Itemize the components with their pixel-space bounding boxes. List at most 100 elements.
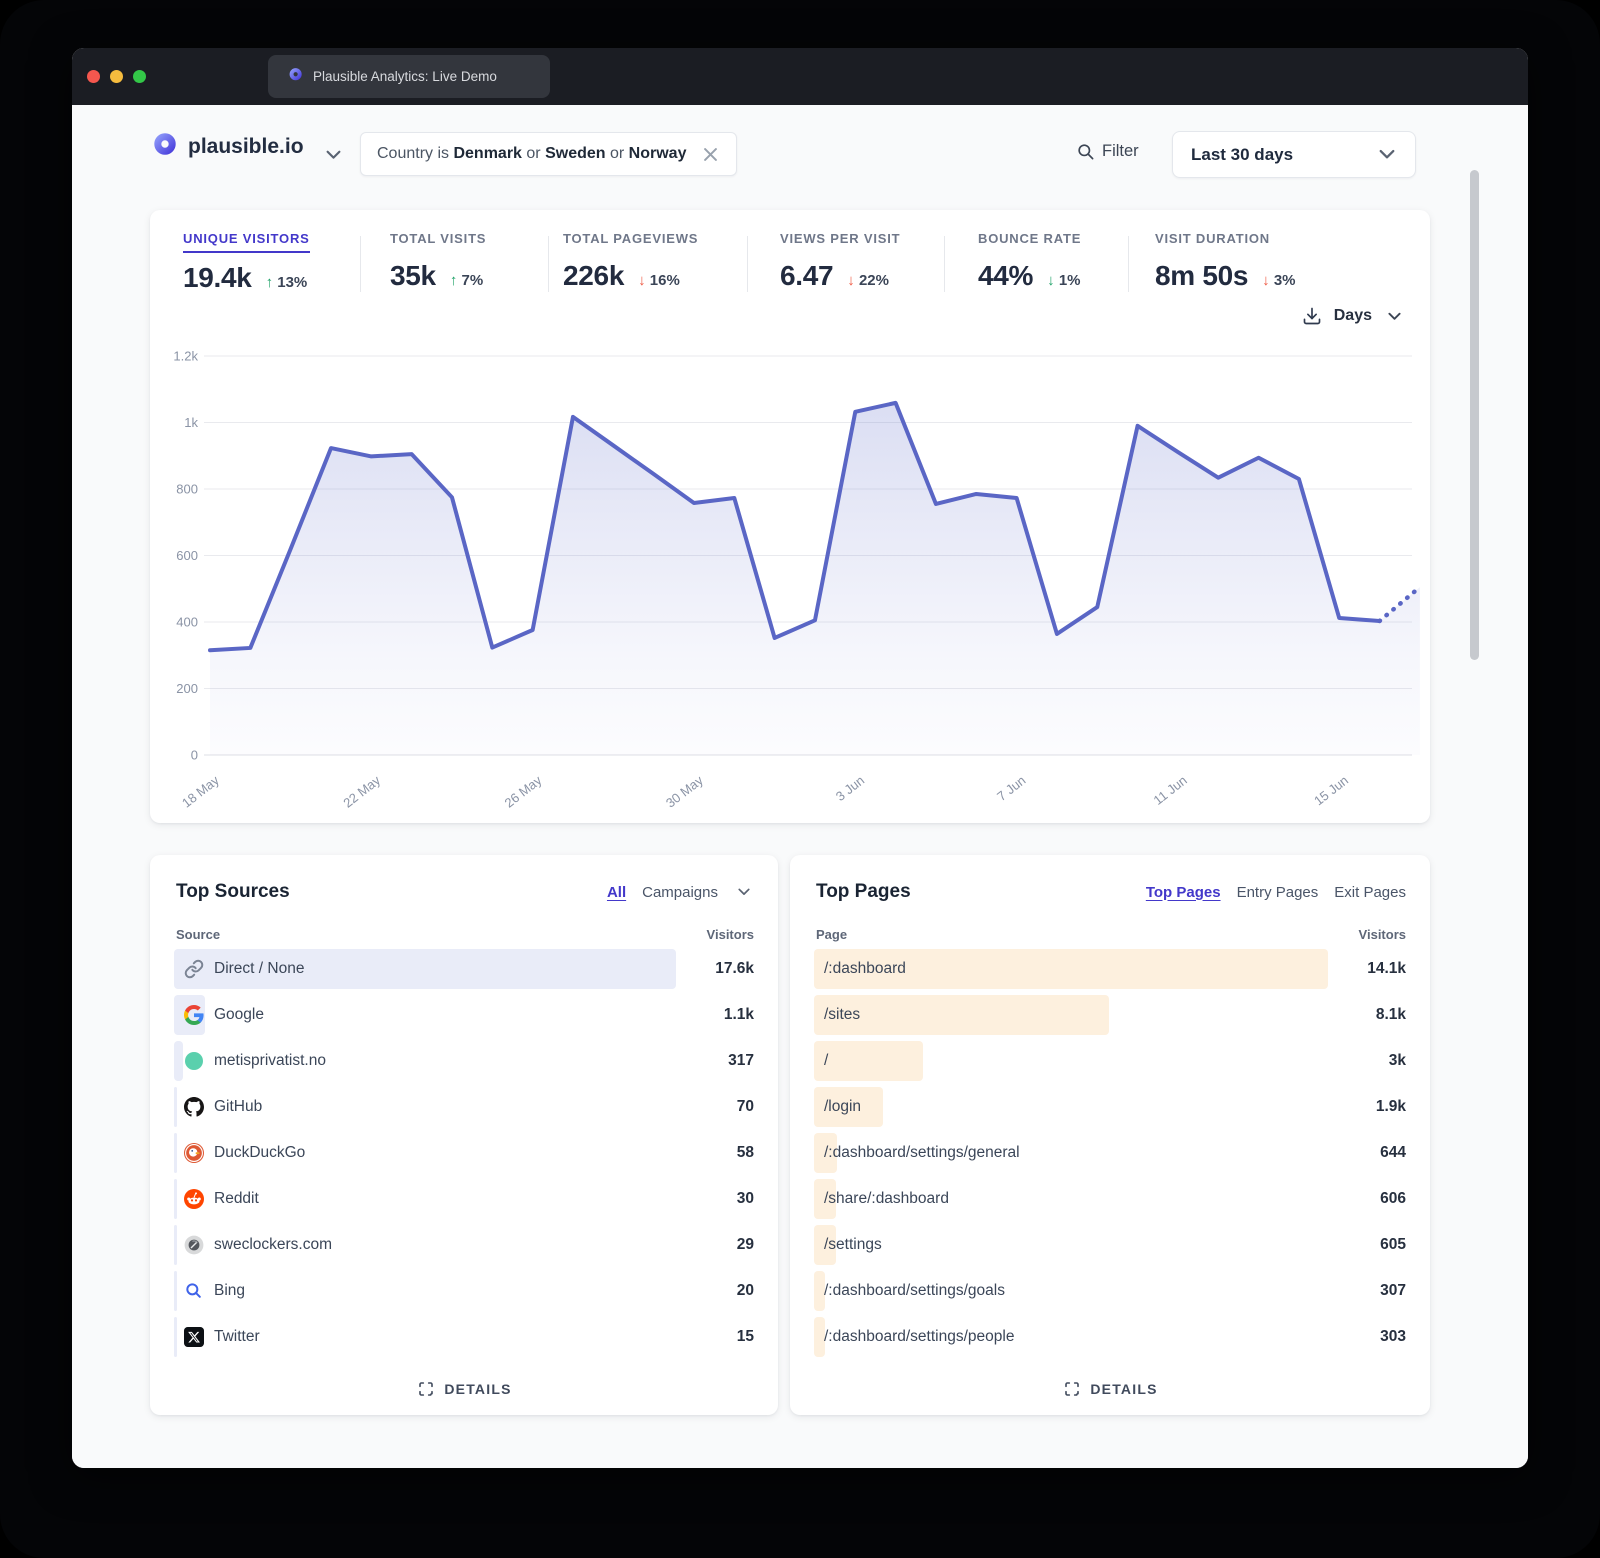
row-visitors-value: 17.6k bbox=[676, 960, 754, 978]
page-row[interactable]: /share/:dashboard606 bbox=[814, 1179, 1406, 1219]
pages-tab-exit-pages[interactable]: Exit Pages bbox=[1334, 884, 1406, 901]
source-row[interactable]: Reddit30 bbox=[174, 1179, 754, 1219]
metric-label: BOUNCE RATE bbox=[978, 231, 1081, 251]
source-row[interactable]: Twitter 15 bbox=[174, 1317, 754, 1357]
stats-divider bbox=[944, 236, 945, 292]
page-row[interactable]: /:dashboard/settings/people303 bbox=[814, 1317, 1406, 1357]
reddit-icon bbox=[184, 1189, 204, 1209]
source-row[interactable]: Direct / None17.6k bbox=[174, 949, 754, 989]
svg-text:30 May: 30 May bbox=[663, 772, 706, 810]
interval-select-label[interactable]: Days bbox=[1334, 307, 1372, 325]
row-visitors-value: 58 bbox=[676, 1144, 754, 1162]
arrow-up-icon: ↑ bbox=[266, 274, 278, 291]
row-label: DuckDuckGo bbox=[214, 1144, 305, 1162]
zoom-window-button[interactable] bbox=[133, 70, 146, 83]
pages-tab-entry-pages[interactable]: Entry Pages bbox=[1237, 884, 1319, 901]
page-row[interactable]: /sites8.1k bbox=[814, 995, 1406, 1035]
page-row[interactable]: /login 1.9k bbox=[814, 1087, 1406, 1127]
row-label-group: sweclockers.com bbox=[184, 1225, 332, 1265]
svg-text:200: 200 bbox=[176, 681, 198, 696]
remove-filter-close-icon[interactable] bbox=[700, 144, 720, 164]
sources-details-label: DETAILS bbox=[444, 1381, 511, 1397]
pages-tab-top-pages[interactable]: Top Pages bbox=[1146, 884, 1221, 901]
sources-details-button[interactable]: DETAILS bbox=[150, 1379, 778, 1399]
chevron-down-icon bbox=[1377, 145, 1397, 165]
row-label: /login bbox=[824, 1098, 861, 1116]
metric-label: TOTAL PAGEVIEWS bbox=[563, 231, 698, 251]
pages-details-button[interactable]: DETAILS bbox=[790, 1379, 1430, 1399]
row-visitors-value: 70 bbox=[676, 1098, 754, 1116]
row-visitors-value: 1.9k bbox=[1328, 1098, 1406, 1116]
source-row[interactable]: Bing20 bbox=[174, 1271, 754, 1311]
row-visitors-value: 605 bbox=[1328, 1236, 1406, 1254]
row-visitors-value: 303 bbox=[1328, 1328, 1406, 1346]
metric-total-pageviews[interactable]: TOTAL PAGEVIEWS226k↓ 16% bbox=[563, 230, 698, 292]
source-row[interactable]: DuckDuckGo 58 bbox=[174, 1133, 754, 1173]
date-range-select[interactable]: Last 30 days bbox=[1172, 131, 1416, 178]
svg-text:3 Jun: 3 Jun bbox=[833, 773, 867, 804]
row-label: /sites bbox=[824, 1006, 860, 1024]
metric-value: 6.47 bbox=[780, 260, 833, 292]
value-bar bbox=[174, 1225, 177, 1265]
close-window-button[interactable] bbox=[87, 70, 100, 83]
download-icon[interactable] bbox=[1302, 306, 1322, 326]
row-label: Google bbox=[214, 1006, 264, 1024]
svg-text:1k: 1k bbox=[184, 415, 198, 430]
metric-value: 226k bbox=[563, 260, 624, 292]
site-switcher-chevron-down-icon[interactable] bbox=[326, 147, 341, 165]
svg-text:1.2k: 1.2k bbox=[173, 349, 198, 364]
row-label-group: metisprivatist.no bbox=[184, 1041, 326, 1081]
page-row[interactable]: /settings 605 bbox=[814, 1225, 1406, 1265]
stats-divider bbox=[1128, 236, 1129, 292]
row-label-group: /settings bbox=[824, 1225, 882, 1265]
metrics-and-chart-card: UNIQUE VISITORS19.4k↑ 13%TOTAL VISITS35k… bbox=[150, 210, 1430, 823]
row-visitors-value: 15 bbox=[676, 1328, 754, 1346]
row-visitors-value: 14.1k bbox=[1328, 960, 1406, 978]
stats-divider bbox=[360, 236, 361, 292]
metric-visit-duration[interactable]: VISIT DURATION8m 50s↓ 3% bbox=[1155, 230, 1296, 292]
page-row[interactable]: /:dashboard/settings/general644 bbox=[814, 1133, 1406, 1173]
source-row[interactable]: GitHub 70 bbox=[174, 1087, 754, 1127]
metric-bounce-rate[interactable]: BOUNCE RATE44%↓ 1% bbox=[978, 230, 1081, 292]
source-row[interactable]: metisprivatist.no317 bbox=[174, 1041, 754, 1081]
filter-chip[interactable]: Country is Denmark or Sweden or Norway bbox=[360, 132, 737, 176]
svg-text:15 Jun: 15 Jun bbox=[1311, 773, 1351, 809]
row-label-group: DuckDuckGo bbox=[184, 1133, 305, 1173]
metric-value: 35k bbox=[390, 260, 436, 292]
top-pages-card: Top Pages Top PagesEntry PagesExit Pages… bbox=[790, 855, 1430, 1415]
campaigns-chevron-down-icon[interactable] bbox=[734, 882, 754, 902]
row-label: /:dashboard/settings/goals bbox=[824, 1282, 1005, 1300]
github-icon bbox=[184, 1097, 204, 1117]
interval-chevron-down-icon[interactable] bbox=[1384, 306, 1404, 326]
sources-col-header: Source bbox=[176, 927, 220, 942]
browser-tab[interactable]: Plausible Analytics: Live Demo bbox=[268, 55, 550, 98]
source-row[interactable]: Google1.1k bbox=[174, 995, 754, 1035]
row-label-group: / bbox=[824, 1041, 828, 1081]
site-name[interactable]: plausible.io bbox=[188, 135, 304, 159]
pages-col-header: Page bbox=[816, 927, 847, 942]
metric-views-per-visit[interactable]: VIEWS PER VISIT6.47↓ 22% bbox=[780, 230, 900, 292]
page-row[interactable]: /:dashboard/settings/goals307 bbox=[814, 1271, 1406, 1311]
row-label: /share/:dashboard bbox=[824, 1190, 949, 1208]
svg-text:400: 400 bbox=[176, 615, 198, 630]
page-row[interactable]: /3k bbox=[814, 1041, 1406, 1081]
metric-total-visits[interactable]: TOTAL VISITS35k↑ 7% bbox=[390, 230, 486, 292]
row-label: Twitter bbox=[214, 1328, 260, 1346]
vertical-scrollbar-thumb[interactable] bbox=[1470, 170, 1479, 660]
row-label-group: /:dashboard bbox=[824, 949, 906, 989]
source-row[interactable]: sweclockers.com29 bbox=[174, 1225, 754, 1265]
filter-country-value: Sweden bbox=[545, 145, 605, 162]
svg-text:800: 800 bbox=[176, 482, 198, 497]
svg-text:18 May: 18 May bbox=[179, 772, 222, 810]
sources-tab-all[interactable]: All bbox=[607, 884, 626, 901]
sources-tab-campaigns[interactable]: Campaigns bbox=[642, 884, 718, 901]
teal-dot-icon bbox=[184, 1051, 204, 1071]
filter-button[interactable]: Filter bbox=[1075, 141, 1139, 161]
row-label-group: GitHub bbox=[184, 1087, 262, 1127]
minimize-window-button[interactable] bbox=[110, 70, 123, 83]
metric-value: 19.4k bbox=[183, 262, 252, 294]
page-row[interactable]: /:dashboard 14.1k bbox=[814, 949, 1406, 989]
plausible-favicon bbox=[284, 67, 304, 87]
metric-unique-visitors[interactable]: UNIQUE VISITORS19.4k↑ 13% bbox=[183, 230, 310, 294]
metric-label: VIEWS PER VISIT bbox=[780, 231, 900, 251]
